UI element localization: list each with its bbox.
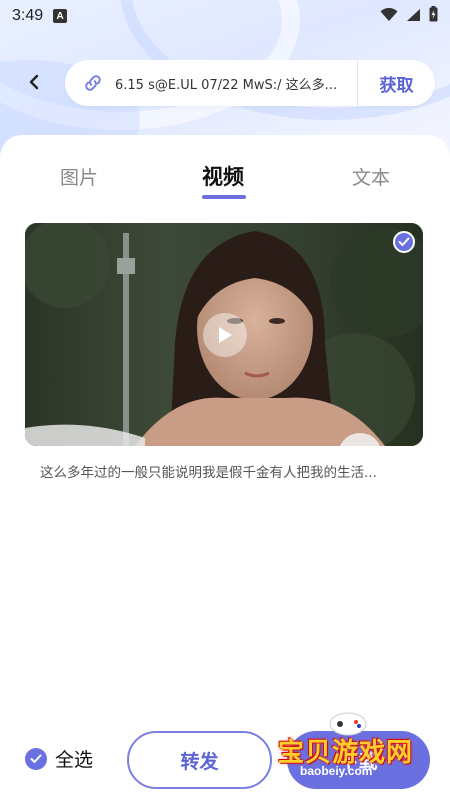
tab-bar: 图片 视频 文本	[0, 135, 450, 205]
play-button[interactable]	[203, 313, 247, 357]
tab-images[interactable]: 图片	[60, 163, 98, 190]
url-input[interactable]: 6.15 s@E.UL 07/22 MwS:/ 这么多...	[115, 74, 347, 93]
checkbox-checked-icon	[25, 747, 47, 770]
status-time: 3:49	[12, 7, 44, 24]
back-button[interactable]	[22, 70, 46, 94]
status-bar: 3:49 A	[0, 0, 450, 32]
notification-icon: A	[53, 9, 68, 23]
signal-icon	[406, 7, 421, 26]
check-icon	[398, 237, 410, 246]
battery-icon	[429, 6, 438, 26]
select-all-toggle[interactable]: 全选	[25, 745, 93, 772]
forward-button[interactable]: 转发	[127, 731, 272, 789]
content-panel: 图片 视频 文本 这么多年过的一般只能说明我是假千金有人把我的生活...	[0, 135, 450, 800]
tab-text[interactable]: 文本	[352, 163, 390, 190]
download-button[interactable]: 下载	[287, 731, 430, 789]
select-all-label: 全选	[55, 749, 94, 771]
play-icon	[219, 327, 232, 343]
active-tab-indicator	[202, 195, 246, 199]
chevron-left-icon	[29, 74, 39, 90]
link-icon	[79, 69, 107, 97]
wifi-icon	[380, 7, 398, 26]
status-icons	[380, 6, 438, 26]
tab-videos[interactable]: 视频	[202, 161, 244, 191]
fetch-button[interactable]: 获取	[358, 60, 435, 106]
selected-check-badge[interactable]	[393, 231, 415, 253]
video-caption: 这么多年过的一般只能说明我是假千金有人把我的生活...	[40, 465, 377, 481]
url-bar: 6.15 s@E.UL 07/22 MwS:/ 这么多... 获取	[65, 60, 435, 106]
video-thumbnail-card[interactable]	[25, 223, 423, 446]
